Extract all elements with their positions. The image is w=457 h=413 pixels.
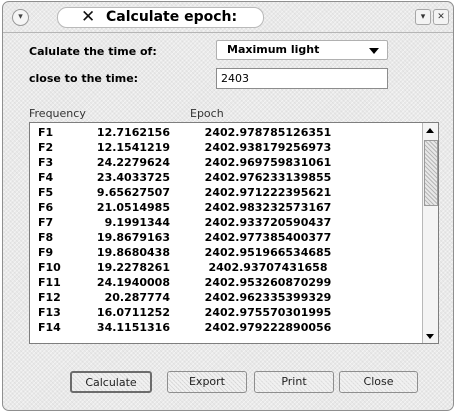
epoch-value: 2402.953260870299	[204, 276, 332, 289]
table-row[interactable]: F14 34.1151316 2402.979222890056	[30, 321, 422, 336]
frequency-id: F3	[38, 156, 54, 169]
epoch-value: 2402.962335399329	[204, 291, 332, 304]
close-time-label: close to the time:	[29, 72, 139, 85]
window-title: Calculate epoch:	[106, 9, 238, 25]
epoch-value: 2402.976233139855	[204, 171, 332, 184]
scrollbar-thumb[interactable]	[424, 140, 438, 206]
frequency-value: 24.1940008	[96, 276, 170, 289]
scroll-down-icon[interactable]	[423, 329, 438, 343]
frequency-value: 20.287774	[104, 291, 170, 304]
table-row[interactable]: F4 23.4033725 2402.976233139855	[30, 171, 422, 186]
frequency-value: 23.4033725	[96, 171, 170, 184]
table-row[interactable]: F13 16.0711252 2402.975570301995	[30, 306, 422, 321]
frequency-id: F7	[38, 216, 54, 229]
frequency-value: 34.1151316	[96, 321, 170, 334]
epoch-header: Epoch	[190, 107, 224, 120]
table-row[interactable]: F5 9.65627507 2402.971222395621	[30, 186, 422, 201]
epoch-value: 2402.938179256973	[204, 141, 332, 154]
table-row[interactable]: F12 20.287774 2402.962335399329	[30, 291, 422, 306]
x-mark-icon: ✕	[81, 7, 96, 27]
frequency-value: 19.8680438	[96, 246, 170, 259]
frequency-id: F11	[38, 276, 61, 289]
title-pill: ✕ Calculate epoch:	[57, 7, 264, 28]
frequency-id: F13	[38, 306, 61, 319]
calculate-type-select[interactable]: Maximum light	[216, 40, 388, 60]
title-bar[interactable]: ▾ ✕ Calculate epoch: ▾ ✕	[3, 2, 453, 33]
frequency-header: Frequency	[29, 107, 86, 120]
table-row[interactable]: F11 24.1940008 2402.953260870299	[30, 276, 422, 291]
frequency-id: F2	[38, 141, 54, 154]
table-row[interactable]: F1 12.7162156 2402.978785126351	[30, 126, 422, 141]
epoch-value: 2402.933720590437	[204, 216, 332, 229]
epoch-value: 2402.951966534685	[204, 246, 332, 259]
frequency-id: F5	[38, 186, 54, 199]
frequency-value: 9.65627507	[96, 186, 170, 199]
epoch-value: 2402.975570301995	[204, 306, 332, 319]
epoch-value: 2402.93707431658	[208, 261, 328, 274]
epoch-value: 2402.969759831061	[204, 156, 332, 169]
table-row[interactable]: F6 21.0514985 2402.983232573167	[30, 201, 422, 216]
table-row[interactable]: F9 19.8680438 2402.951966534685	[30, 246, 422, 261]
table-row[interactable]: F10 19.2278261 2402.93707431658	[30, 261, 422, 276]
frequency-id: F12	[38, 291, 61, 304]
table-scrollbar[interactable]	[422, 123, 438, 343]
maximize-icon[interactable]: ▾	[415, 9, 431, 25]
epoch-table[interactable]: F1 12.7162156 2402.978785126351 F2 12.15…	[29, 122, 439, 344]
epoch-value: 2402.978785126351	[204, 126, 332, 139]
close-time-input[interactable]	[216, 68, 388, 89]
frequency-id: F4	[38, 171, 54, 184]
close-icon[interactable]: ✕	[433, 9, 449, 25]
epoch-value: 2402.983232573167	[204, 201, 332, 214]
table-row[interactable]: F8 19.8679163 2402.977385400377	[30, 231, 422, 246]
close-button[interactable]: Close	[339, 371, 418, 393]
frequency-value: 16.0711252	[96, 306, 170, 319]
frequency-value: 24.2279624	[96, 156, 170, 169]
frequency-value: 19.2278261	[96, 261, 170, 274]
frequency-id: F8	[38, 231, 54, 244]
print-button[interactable]: Print	[254, 371, 334, 393]
menu-circle-icon[interactable]: ▾	[12, 9, 29, 26]
export-button[interactable]: Export	[167, 371, 247, 393]
frequency-id: F1	[38, 126, 54, 139]
calculate-epoch-window: ▾ ✕ Calculate epoch: ▾ ✕ Calulate the ti…	[2, 1, 454, 411]
frequency-id: F6	[38, 201, 54, 214]
frequency-value: 12.1541219	[96, 141, 170, 154]
frequency-id: F10	[38, 261, 61, 274]
epoch-value: 2402.979222890056	[204, 321, 332, 334]
frequency-value: 12.7162156	[96, 126, 170, 139]
frequency-id: F14	[38, 321, 61, 334]
table-row[interactable]: F3 24.2279624 2402.969759831061	[30, 156, 422, 171]
chevron-down-icon	[369, 48, 379, 54]
frequency-value: 21.0514985	[96, 201, 170, 214]
scroll-up-icon[interactable]	[423, 123, 438, 137]
frequency-value: 19.8679163	[96, 231, 170, 244]
calculate-button[interactable]: Calculate	[70, 371, 152, 393]
epoch-value: 2402.977385400377	[204, 231, 332, 244]
frequency-value: 9.1991344	[104, 216, 170, 229]
frequency-id: F9	[38, 246, 54, 259]
calculate-type-value: Maximum light	[227, 43, 320, 56]
calculate-time-label: Calulate the time of:	[29, 45, 157, 58]
table-row[interactable]: F7 9.1991344 2402.933720590437	[30, 216, 422, 231]
table-row[interactable]: F2 12.1541219 2402.938179256973	[30, 141, 422, 156]
epoch-value: 2402.971222395621	[204, 186, 332, 199]
